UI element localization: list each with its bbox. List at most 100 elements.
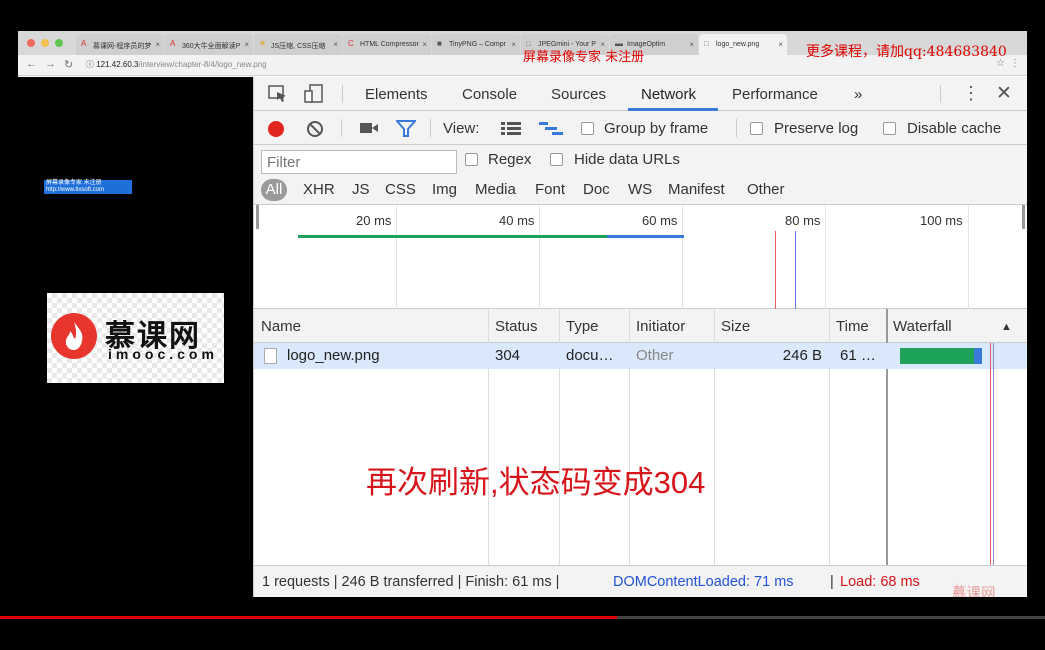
filter-icon[interactable] [394, 120, 418, 143]
column-header-name[interactable]: Name [261, 318, 301, 335]
tab-close-icon[interactable]: × [511, 40, 516, 49]
tab-console[interactable]: Console [462, 86, 517, 103]
type-filter-font[interactable]: Font [535, 181, 565, 198]
column-header-waterfall[interactable]: Waterfall [893, 318, 952, 335]
regex-checkbox[interactable] [465, 153, 478, 166]
type-filter-css[interactable]: CSS [385, 181, 416, 198]
toolbar-divider [940, 85, 941, 103]
type-filter-manifest[interactable]: Manifest [668, 181, 725, 198]
overview-gridline [396, 205, 397, 309]
overview-tick-label: 100 ms [920, 213, 963, 228]
column-header-type[interactable]: Type [566, 318, 599, 335]
document-file-icon [264, 348, 277, 364]
browser-menu-icon[interactable]: ⋮ [1010, 58, 1020, 69]
cell-status: 304 [495, 347, 521, 364]
minimize-window-dot[interactable] [41, 39, 49, 47]
overview-gridline [968, 205, 969, 309]
info-icon: ⓘ [86, 60, 97, 69]
sort-ascending-icon[interactable]: ▲ [1001, 321, 1012, 333]
tab-close-icon[interactable]: × [422, 40, 427, 49]
type-filter-img[interactable]: Img [432, 181, 457, 198]
browser-tab[interactable]: ■ TinyPNG – Compr × [432, 34, 520, 55]
overview-handle-right[interactable] [1022, 205, 1025, 229]
browser-tab[interactable]: A 360大牛全面解读P × [165, 34, 253, 55]
tab-network[interactable]: Network [641, 86, 696, 103]
large-rows-icon[interactable] [501, 122, 521, 141]
type-filter-all[interactable]: All [261, 179, 287, 201]
group-by-frame-checkbox[interactable] [581, 122, 594, 135]
tab-elements[interactable]: Elements [365, 86, 428, 103]
toolbar-divider [736, 119, 737, 137]
column-header-time[interactable]: Time [836, 318, 869, 335]
browser-tab[interactable]: □ logo_new.png × [699, 34, 787, 55]
tab-label: TinyPNG – Compr [449, 41, 506, 48]
back-arrow-icon[interactable]: ← [26, 58, 37, 70]
browser-tab[interactable]: C HTML Compressor × [343, 34, 431, 55]
tab-close-icon[interactable]: × [689, 40, 694, 49]
cell-name[interactable]: logo_new.png [287, 347, 380, 364]
tab-close-icon[interactable]: × [155, 40, 160, 49]
tab-performance[interactable]: Performance [732, 86, 818, 103]
toolbar-divider [342, 85, 343, 103]
customize-menu-icon[interactable]: ⋮ [962, 83, 980, 104]
device-toolbar-icon[interactable] [304, 84, 324, 109]
tab-close-icon[interactable]: × [244, 40, 249, 49]
type-filter-doc[interactable]: Doc [583, 181, 610, 198]
url-field[interactable]: ⓘ 121.42.60.3/interview/chapter-8/4/logo… [86, 59, 267, 70]
timeline-overview[interactable]: 20 ms 40 ms 60 ms 80 ms 100 ms [254, 205, 1027, 309]
type-filter-js[interactable]: JS [352, 181, 370, 198]
imooc-logo-image: 慕课网 imooc.com [47, 293, 224, 383]
waterfall-view-icon[interactable] [539, 122, 563, 141]
watermark-center: 屏幕录像专家 未注册 [523, 50, 645, 65]
filter-input[interactable] [261, 150, 457, 174]
column-header-status[interactable]: Status [495, 318, 538, 335]
brand-text: 慕课网 [952, 586, 996, 597]
inspect-element-icon[interactable] [268, 85, 288, 108]
reload-icon[interactable]: ↻ [64, 58, 73, 71]
type-filter-other[interactable]: Other [747, 181, 785, 198]
close-devtools-icon[interactable]: ✕ [996, 82, 1012, 105]
network-status-bar: 1 requests | 246 B transferred | Finish:… [254, 565, 1027, 597]
table-row[interactable]: logo_new.png 304 docu… Other 246 B 61 … [254, 343, 1027, 369]
record-icon[interactable] [268, 121, 284, 137]
type-filter-ws[interactable]: WS [628, 181, 652, 198]
capture-screenshots-icon[interactable] [359, 121, 379, 140]
forward-arrow-icon[interactable]: → [45, 58, 56, 70]
clear-icon[interactable] [306, 120, 324, 143]
overview-tick-label: 80 ms [785, 213, 821, 228]
cell-size: 246 B [782, 347, 822, 364]
toolbar-divider [341, 119, 342, 137]
disable-cache-checkbox[interactable] [883, 122, 896, 135]
more-tabs-icon[interactable]: » [854, 86, 862, 103]
video-progress-bar[interactable] [0, 616, 1045, 619]
overview-gridline [825, 205, 826, 309]
column-header-size[interactable]: Size [721, 318, 750, 335]
tab-sources[interactable]: Sources [551, 86, 606, 103]
watermark-box: 屏幕录像专家 未注册 http://www.tlxsoft.com [44, 180, 132, 194]
dom-content-loaded-text: DOMContentLoaded: 71 ms [613, 574, 794, 590]
type-filter-xhr[interactable]: XHR [303, 181, 335, 198]
tab-label: JS压缩, CSS压缩 [271, 43, 326, 50]
tab-label: logo_new.png [716, 41, 760, 48]
browser-tab[interactable]: A 慕课网-程序员的梦 × [76, 34, 164, 55]
close-window-dot[interactable] [27, 39, 35, 47]
browser-tab[interactable]: ☀ JS压缩, CSS压缩 × [254, 34, 342, 55]
type-filter-media[interactable]: Media [475, 181, 516, 198]
column-header-initiator[interactable]: Initiator [636, 318, 685, 335]
tab-close-icon[interactable]: × [333, 40, 338, 49]
preserve-log-checkbox[interactable] [750, 122, 763, 135]
waterfall-dcl-line [993, 343, 994, 565]
logo-text-en: imooc.com [108, 346, 218, 362]
overview-load-line [775, 231, 776, 309]
overview-gridline [539, 205, 540, 309]
maximize-window-dot[interactable] [55, 39, 63, 47]
tab-close-icon[interactable]: × [778, 40, 783, 49]
devtools-panel: Elements Console Sources Network Perform… [253, 77, 1027, 597]
view-label: View: [443, 120, 480, 137]
status-separator: | [830, 574, 834, 590]
tab-label: 360大牛全面解读P [182, 43, 241, 50]
disable-cache-label: Disable cache [907, 120, 1002, 137]
hide-data-urls-checkbox[interactable] [550, 153, 563, 166]
overview-request-bar [298, 235, 684, 238]
overview-handle-left[interactable] [256, 205, 259, 229]
